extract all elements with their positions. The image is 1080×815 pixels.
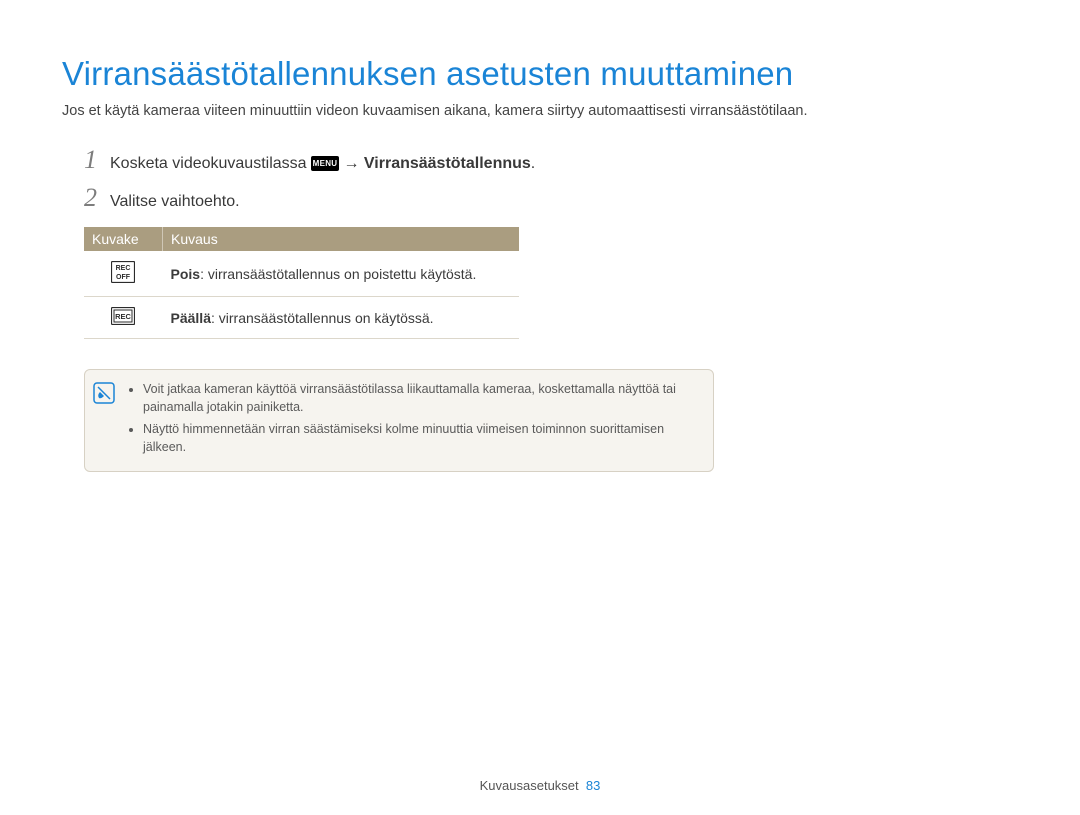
desc-cell: Päällä: virransäästötallennus on käytöss…: [163, 297, 520, 339]
note-icon: [93, 382, 121, 461]
menu-icon: MENU: [311, 156, 339, 171]
note-box: Voit jatkaa kameran käyttöä virransäästö…: [84, 369, 714, 472]
row-text: : virransäästötallennus on käytössä.: [211, 310, 434, 326]
step-1-end: .: [531, 155, 535, 172]
step-1: 1 Kosketa videokuvaustilassa MENU → Virr…: [84, 145, 1018, 175]
list-item: Näyttö himmennetään virran säästämiseksi…: [143, 420, 699, 456]
desc-cell: Pois: virransäästötallennus on poistettu…: [163, 251, 520, 297]
icon-cell: REC OFF: [84, 251, 163, 297]
step-2-text: Valitse vaihtoehto.: [110, 193, 240, 211]
step-1-bold: Virransäästötallennus: [364, 155, 531, 172]
step-number: 1: [84, 145, 110, 175]
svg-text:OFF: OFF: [116, 274, 131, 281]
note-list: Voit jatkaa kameran käyttöä virransäästö…: [127, 380, 699, 461]
document-page: Virransäästötallennuksen asetusten muutt…: [0, 0, 1080, 815]
page-footer: Kuvausasetukset 83: [0, 778, 1080, 793]
row-bold: Pois: [171, 266, 201, 282]
steps-list: 1 Kosketa videokuvaustilassa MENU → Virr…: [84, 145, 1018, 213]
arrow-icon: →: [343, 155, 363, 172]
step-1-pre: Kosketa videokuvaustilassa: [110, 155, 311, 172]
footer-section: Kuvausasetukset: [480, 778, 579, 793]
options-table: Kuvake Kuvaus REC OFF Pois: virransäästö: [84, 227, 519, 339]
step-number: 2: [84, 183, 110, 213]
table-row: REC OFF Pois: virransäästötallennus on p…: [84, 251, 519, 297]
table-header-desc: Kuvaus: [163, 227, 520, 251]
step-1-text: Kosketa videokuvaustilassa MENU → Virran…: [110, 155, 535, 173]
intro-text: Jos et käytä kameraa viiteen minuuttiin …: [62, 103, 1018, 119]
footer-page-number: 83: [586, 778, 600, 793]
row-text: : virransäästötallennus on poistettu käy…: [200, 266, 476, 282]
svg-text:REC: REC: [115, 312, 131, 321]
icon-cell: REC: [84, 297, 163, 339]
rec-off-icon: REC OFF: [111, 261, 135, 286]
table-header-icon: Kuvake: [84, 227, 163, 251]
step-2: 2 Valitse vaihtoehto.: [84, 183, 1018, 213]
list-item: Voit jatkaa kameran käyttöä virransäästö…: [143, 380, 699, 416]
svg-text:REC: REC: [116, 265, 131, 272]
row-bold: Päällä: [171, 310, 211, 326]
table-row: REC Päällä: virransäästötallennus on käy…: [84, 297, 519, 339]
page-title: Virransäästötallennuksen asetusten muutt…: [62, 55, 1018, 93]
rec-on-icon: REC: [111, 307, 135, 328]
